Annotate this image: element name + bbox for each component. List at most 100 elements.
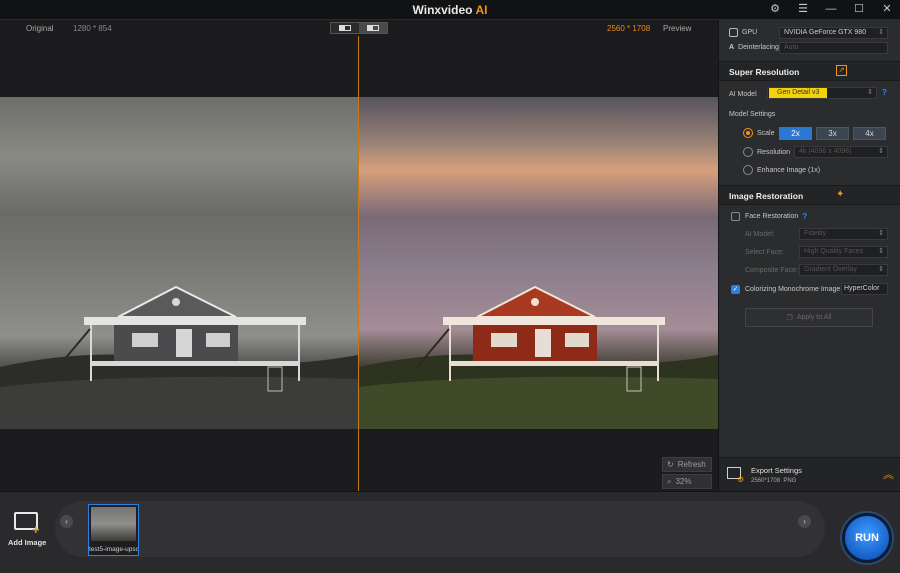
ai-model-help-icon[interactable]: ?	[882, 88, 887, 97]
deinterlacing-icon: A	[729, 44, 735, 51]
house-illustration-original	[0, 285, 358, 429]
enhance-radio[interactable]	[743, 165, 753, 175]
zoom-button[interactable]: ⌕ 32%	[662, 474, 712, 489]
resolution-label: Resolution	[757, 148, 791, 156]
deinterlacing-label: Deinterlacing	[738, 44, 779, 51]
settings-panel: GPU NVIDIA GeForce GTX 980 ⇕ A Deinterlac…	[718, 20, 900, 491]
viewer-topbar: Original 1280 * 854 2560 * 1708 Preview	[0, 20, 718, 36]
scale-2x-button[interactable]: 2x	[779, 127, 812, 140]
app-window: Winxvideo AI ⚙ ☰ — ☐ ✕ Original 1280 * 85…	[0, 0, 900, 573]
zoom-icon: ⌕	[667, 476, 672, 486]
menu-icon[interactable]: ☰	[796, 2, 810, 16]
model-settings-label: Model Settings	[729, 111, 776, 118]
resolution-radio[interactable]	[743, 147, 753, 157]
face-restoration-label: Face Restoration	[745, 213, 799, 220]
refresh-label: Refresh	[677, 460, 706, 469]
composite-face-select[interactable]: Gradient Overlay ⇕	[799, 264, 888, 276]
image-restoration-title: Image Restoration	[729, 191, 804, 201]
preview-label: Preview	[663, 24, 692, 33]
file-strip-area: + Add Image ‹ › test5-image-upsc	[0, 491, 900, 573]
ai-model-label: AI Model	[729, 91, 757, 98]
image-restoration-header: Image Restoration ✦	[719, 185, 900, 205]
maximize-icon[interactable]: ☐	[852, 2, 866, 16]
scale-3x-button[interactable]: 3x	[816, 127, 849, 140]
deinterlacing-select[interactable]: Auto	[779, 42, 888, 54]
gpu-value: NVIDIA GeForce GTX 980	[784, 29, 867, 36]
thumbnail-image	[91, 507, 136, 541]
restoration-model-select[interactable]: Fidelity ⇕	[799, 228, 888, 240]
ai-model-select[interactable]: Gen Detail v3 ⇕	[767, 87, 877, 99]
face-restoration-help-icon[interactable]: ?	[802, 212, 807, 221]
deinterlacing-value: Auto	[784, 44, 799, 51]
restoration-model-label: AI Model:	[745, 231, 775, 238]
brand-ai: AI	[475, 3, 488, 17]
zoom-value: 32%	[675, 477, 692, 486]
apply-to-all-button[interactable]: ❐ Apply to All	[745, 308, 873, 327]
select-face-value: High Quality Faces	[804, 248, 864, 255]
preview-image	[359, 97, 718, 429]
compare-mode-toggle[interactable]	[330, 22, 388, 34]
chevron-updown-icon: ⇕	[878, 29, 884, 36]
face-restoration-row: Face Restoration ?	[719, 212, 900, 221]
original-size: 1280 * 854	[73, 24, 112, 33]
copy-icon: ❐	[786, 314, 793, 322]
title-bar: Winxvideo AI ⚙ ☰ — ☐ ✕	[0, 0, 900, 20]
preview-size: 2560 * 1708	[607, 24, 651, 33]
export-settings-bar[interactable]: ⚙ Export Settings 2560*1708 PNG ︽	[719, 457, 900, 491]
close-icon[interactable]: ✕	[880, 2, 894, 16]
scroll-left-button[interactable]: ‹	[60, 515, 73, 528]
restoration-model-value: Fidelity	[804, 230, 827, 237]
face-restoration-checkbox[interactable]	[731, 212, 740, 221]
chevron-updown-icon: ⇕	[878, 230, 884, 237]
plus-icon: +	[32, 522, 40, 537]
scale-radio[interactable]	[743, 128, 753, 138]
add-image-label[interactable]: Add Image	[8, 538, 46, 547]
brand-name: Winxvideo	[412, 3, 473, 17]
super-resolution-header: Super Resolution ↗	[719, 61, 900, 81]
colorizing-value: HyperColor	[844, 285, 880, 292]
chevron-updown-icon: ⇕	[878, 248, 884, 255]
enhance-row: Enhance Image (1x)	[719, 165, 900, 175]
gpu-chip-icon	[729, 28, 738, 37]
colorizing-checkbox[interactable]: ✓	[731, 285, 740, 294]
scroll-right-button[interactable]: ›	[798, 515, 811, 528]
thumbnail-strip	[55, 501, 825, 557]
enhance-label: Enhance Image (1x)	[757, 166, 821, 174]
image-viewer[interactable]: ↻ Refresh ⌕ 32%	[0, 36, 718, 491]
composite-face-label: Composite Face:	[745, 267, 798, 274]
gear-icon: ⚙	[737, 475, 745, 484]
export-settings-info: 2560*1708 PNG	[751, 478, 797, 484]
gpu-select[interactable]: NVIDIA GeForce GTX 980 ⇕	[779, 27, 888, 39]
select-face-label: Select Face:	[745, 249, 784, 256]
compare-divider-handle[interactable]	[358, 36, 359, 491]
viewer-controls: ↻ Refresh ⌕ 32%	[662, 457, 712, 491]
super-resolution-title: Super Resolution	[729, 67, 800, 77]
chevron-updown-icon: ⇕	[878, 266, 884, 273]
chevron-updown-icon: ⇕	[878, 148, 884, 155]
refresh-icon: ↻	[667, 460, 674, 469]
colorizing-select[interactable]: HyperColor	[841, 283, 888, 295]
chevron-updown-icon: ⇕	[867, 89, 873, 96]
scale-4x-button[interactable]: 4x	[853, 127, 886, 140]
scale-label: Scale	[757, 129, 775, 137]
expand-up-icon[interactable]: ︽	[883, 466, 894, 482]
select-face-select[interactable]: High Quality Faces ⇕	[799, 246, 888, 258]
thumbnail-caption: test5-image-upsc	[89, 546, 138, 553]
refresh-button[interactable]: ↻ Refresh	[662, 457, 712, 472]
split-view-icon[interactable]	[331, 23, 359, 33]
resolution-select[interactable]: 4k (4096 x 4096) ⇕	[794, 146, 888, 158]
apply-to-all-label: Apply to All	[796, 314, 832, 321]
settings-icon[interactable]: ⚙	[768, 2, 782, 16]
run-button[interactable]: RUN	[842, 513, 892, 563]
window-controls: ⚙ ☰ — ☐ ✕	[768, 2, 894, 16]
original-label: Original	[26, 24, 54, 33]
upscale-icon: ↗	[836, 65, 847, 76]
app-title: Winxvideo AI	[0, 3, 900, 17]
thumbnail-item[interactable]: test5-image-upsc	[88, 504, 139, 556]
model-settings-row: Model Settings	[719, 111, 900, 118]
gpu-label: GPU	[742, 29, 758, 36]
side-by-side-icon[interactable]	[359, 23, 387, 33]
minimize-icon[interactable]: —	[824, 2, 838, 16]
composite-face-value: Gradient Overlay	[804, 266, 857, 273]
house-illustration-preview	[359, 285, 718, 429]
